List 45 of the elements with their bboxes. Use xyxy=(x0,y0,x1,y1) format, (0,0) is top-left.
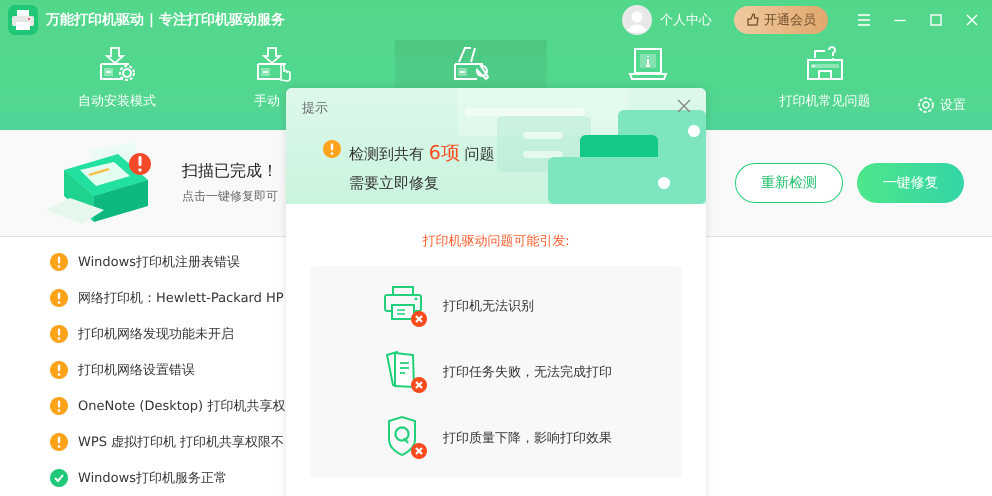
warning-icon xyxy=(50,361,68,379)
warning-icon xyxy=(50,253,68,271)
box-wrench-icon xyxy=(451,46,491,82)
warning-icon xyxy=(50,325,68,343)
settings-button[interactable]: 设置 xyxy=(917,96,966,114)
nav-tab-label: 打印机常见问题 xyxy=(780,93,870,110)
consequences-title: 打印机驱动问题可能引发: xyxy=(421,233,571,250)
laptop-info-icon xyxy=(628,46,668,82)
issue-text: Windows打印机服务正常 xyxy=(78,470,228,487)
close-icon[interactable] xyxy=(676,98,692,114)
nav-tab-label: 手动 xyxy=(254,93,280,110)
dialog-title: 提示 xyxy=(302,100,328,117)
issue-count-message: 检测到共有 6项 问题 xyxy=(349,141,495,166)
fix-button[interactable]: 一键修复 xyxy=(857,163,964,203)
nav-tab[interactable]: 自动安装模式 xyxy=(41,40,193,130)
consequence-text: 打印机无法识别 xyxy=(443,298,534,314)
settings-icon xyxy=(917,96,935,114)
user-center-link[interactable]: 个人中心 xyxy=(660,11,712,29)
check-icon xyxy=(50,469,68,487)
app-title: 万能打印机驱动 | 专注打印机驱动服务 xyxy=(46,11,286,29)
warning-icon xyxy=(50,397,68,415)
fix-now-message: 需要立即修复 xyxy=(349,174,440,193)
issue-text: 打印机网络设置错误 xyxy=(78,362,195,379)
app-logo-icon xyxy=(8,5,38,35)
download-gear-icon xyxy=(97,46,137,82)
issue-text: OneNote (Desktop) 打印机共享权 xyxy=(78,398,286,415)
issue-text: 网络打印机：Hewlett-Packard HP xyxy=(78,290,284,307)
warning-icon xyxy=(323,140,341,158)
vip-button[interactable]: 开通会员 xyxy=(734,6,828,34)
avatar-icon[interactable] xyxy=(622,5,652,35)
warning-icon xyxy=(50,289,68,307)
scan-subtitle: 点击一键修复即可 xyxy=(182,188,279,205)
download-hand-icon xyxy=(254,46,294,82)
printer-question-icon xyxy=(805,46,845,82)
nav-tab[interactable]: 打印机常见问题 xyxy=(749,40,901,130)
documents-error-icon xyxy=(383,348,429,394)
issue-text: 打印机网络发现功能未开启 xyxy=(78,326,234,343)
issue-text: Windows打印机注册表错误 xyxy=(78,254,240,271)
consequence-text: 打印任务失败，无法完成打印 xyxy=(443,364,612,380)
thumbs-up-icon xyxy=(746,13,760,27)
warning-icon xyxy=(50,433,68,451)
nav-tab-label: 自动安装模式 xyxy=(78,93,156,110)
consequence-text: 打印质量下降，影响打印效果 xyxy=(443,430,612,446)
rescan-button[interactable]: 重新检测 xyxy=(735,163,843,203)
issue-text: WPS 虚拟打印机 打印机共享权限不 xyxy=(78,434,284,451)
